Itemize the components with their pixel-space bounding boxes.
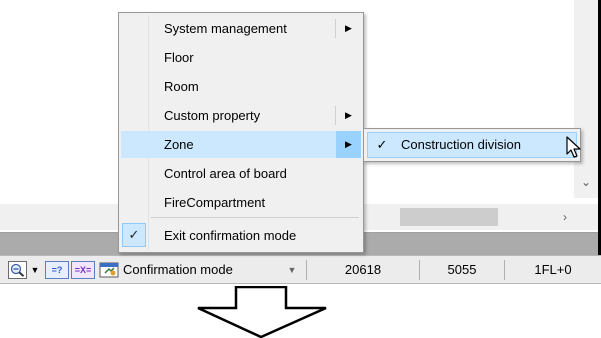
clear-button[interactable]: =X= bbox=[71, 261, 95, 279]
menu-item-room[interactable]: Room bbox=[121, 73, 361, 100]
zone-submenu: ✓ Construction division bbox=[363, 128, 581, 162]
menu-item-floor[interactable]: Floor bbox=[121, 44, 361, 71]
submenu-divider bbox=[335, 106, 336, 125]
menu-item-control-area-of-board[interactable]: Control area of board bbox=[121, 160, 361, 187]
menu-item-exit-confirmation-mode[interactable]: ✓ Exit confirmation mode bbox=[121, 222, 361, 249]
coordinate-x: 20618 bbox=[344, 262, 382, 277]
mode-select[interactable]: Confirmation mode ▼ bbox=[121, 260, 306, 280]
down-arrow-icon bbox=[197, 286, 327, 338]
menu-item-label: FireCompartment bbox=[164, 195, 266, 210]
menu-item-custom-property[interactable]: Custom property ▶ bbox=[121, 102, 361, 129]
menu-item-label: System management bbox=[164, 21, 287, 36]
zoom-out-icon bbox=[10, 263, 25, 277]
status-bar: ▼ =? =X= Confirmation mode ▼ 20618 5055 … bbox=[0, 255, 601, 284]
menu-separator bbox=[151, 217, 359, 218]
mode-caret-icon: ▼ bbox=[287, 265, 297, 275]
horizontal-scroll-thumb[interactable] bbox=[400, 208, 498, 226]
zoom-dropdown-icon[interactable]: ▼ bbox=[29, 261, 41, 279]
context-menu: System management ▶ Floor Room Custom pr… bbox=[118, 12, 364, 253]
floor-level: 1FL+0 bbox=[534, 262, 572, 277]
menu-item-system-management[interactable]: System management ▶ bbox=[121, 15, 361, 42]
submenu-item-label: Construction division bbox=[401, 137, 521, 152]
menu-item-label: Zone bbox=[164, 137, 194, 152]
submenu-divider bbox=[335, 19, 336, 38]
zoom-out-button[interactable] bbox=[8, 261, 27, 279]
submenu-item-construction-division[interactable]: ✓ Construction division bbox=[367, 132, 577, 158]
scroll-down-arrow-icon[interactable]: ⌄ bbox=[574, 172, 598, 192]
menu-item-label: Floor bbox=[164, 50, 194, 65]
menu-item-label: Room bbox=[164, 79, 199, 94]
query-button[interactable]: =? bbox=[45, 261, 69, 279]
menu-item-label: Custom property bbox=[164, 108, 261, 123]
vertical-scrollbar[interactable]: ⌄ bbox=[574, 0, 598, 198]
check-icon: ✓ bbox=[376, 137, 388, 152]
menu-item-label: Control area of board bbox=[164, 166, 287, 181]
coordinate-y: 5055 bbox=[447, 262, 477, 277]
confirmation-mode-icon bbox=[99, 261, 121, 279]
menu-item-zone[interactable]: Zone ▶ bbox=[121, 131, 361, 158]
scroll-right-arrow-icon[interactable]: › bbox=[556, 207, 574, 227]
mode-label: Confirmation mode bbox=[123, 262, 233, 277]
submenu-arrow-icon: ▶ bbox=[345, 139, 352, 149]
menu-item-label: Exit confirmation mode bbox=[164, 228, 297, 243]
mouse-cursor-icon bbox=[566, 136, 581, 158]
menu-item-fire-compartment[interactable]: FireCompartment bbox=[121, 189, 361, 216]
submenu-arrow-icon: ▶ bbox=[345, 23, 352, 33]
check-icon: ✓ bbox=[122, 223, 146, 247]
submenu-arrow-icon: ▶ bbox=[345, 110, 352, 120]
